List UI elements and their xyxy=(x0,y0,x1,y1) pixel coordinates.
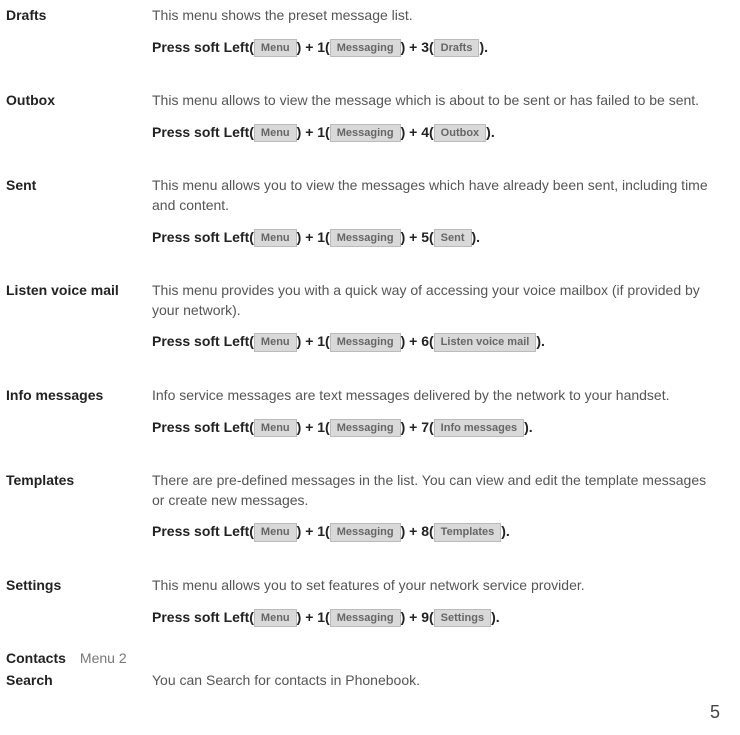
entry-sent: Sent This menu allows you to view the me… xyxy=(6,176,720,259)
entry-templates: Templates There are pre-defined messages… xyxy=(6,471,720,554)
keycap-menu: Menu xyxy=(254,333,297,351)
desc: This menu shows the preset message list. xyxy=(152,6,720,26)
keycap-drafts: Drafts xyxy=(434,39,480,57)
keycap-templates: Templates xyxy=(434,523,502,541)
keycap-info-messages: Info messages xyxy=(434,419,524,437)
keycap-outbox: Outbox xyxy=(434,124,487,142)
keycap-sent: Sent xyxy=(434,229,472,247)
desc: This menu allows you to set features of … xyxy=(152,576,720,596)
term-sent: Sent xyxy=(6,176,152,259)
entry-listen-voice-mail: Listen voice mail This menu provides you… xyxy=(6,281,720,364)
entry-outbox: Outbox This menu allows to view the mess… xyxy=(6,91,720,154)
keycap-messaging: Messaging xyxy=(330,523,401,541)
keycap-messaging: Messaging xyxy=(330,333,401,351)
term-templates: Templates xyxy=(6,471,152,554)
keycap-menu: Menu xyxy=(254,609,297,627)
desc: You can Search for contacts in Phonebook… xyxy=(152,671,720,691)
keysequence: Press soft Left(Menu) + 1(Messaging) + 5… xyxy=(152,228,720,248)
entry-settings: Settings This menu allows you to set fea… xyxy=(6,576,720,639)
term-info-messages: Info messages xyxy=(6,386,152,449)
def-templates: There are pre-defined messages in the li… xyxy=(152,471,720,554)
desc: This menu allows you to view the message… xyxy=(152,176,720,215)
entry-search: Search You can Search for contacts in Ph… xyxy=(6,671,720,691)
keycap-listen-voice-mail: Listen voice mail xyxy=(434,333,537,351)
keycap-menu: Menu xyxy=(254,39,297,57)
entry-info-messages: Info messages Info service messages are … xyxy=(6,386,720,449)
keysequence: Press soft Left(Menu) + 1(Messaging) + 7… xyxy=(152,418,720,438)
def-info-messages: Info service messages are text messages … xyxy=(152,386,720,449)
keycap-messaging: Messaging xyxy=(330,229,401,247)
def-drafts: This menu shows the preset message list.… xyxy=(152,6,720,69)
term-outbox: Outbox xyxy=(6,91,152,154)
keycap-messaging: Messaging xyxy=(330,419,401,437)
keysequence: Press soft Left(Menu) + 1(Messaging) + 4… xyxy=(152,123,720,143)
term-drafts: Drafts xyxy=(6,6,152,69)
keycap-menu: Menu xyxy=(254,523,297,541)
term-listen-voice-mail: Listen voice mail xyxy=(6,281,152,364)
keycap-menu: Menu xyxy=(254,124,297,142)
section-title: Contacts xyxy=(6,649,66,669)
def-search: You can Search for contacts in Phonebook… xyxy=(152,671,720,691)
def-sent: This menu allows you to view the message… xyxy=(152,176,720,259)
keycap-messaging: Messaging xyxy=(330,39,401,57)
keycap-messaging: Messaging xyxy=(330,124,401,142)
desc: This menu allows to view the message whi… xyxy=(152,91,720,111)
desc: There are pre-defined messages in the li… xyxy=(152,471,720,510)
term-settings: Settings xyxy=(6,576,152,639)
entry-drafts: Drafts This menu shows the preset messag… xyxy=(6,6,720,69)
keycap-menu: Menu xyxy=(254,419,297,437)
section-contacts: Contacts Menu 2 xyxy=(6,649,720,669)
def-settings: This menu allows you to set features of … xyxy=(152,576,720,639)
desc: This menu provides you with a quick way … xyxy=(152,281,720,320)
page-number: 5 xyxy=(6,700,720,725)
keycap-messaging: Messaging xyxy=(330,609,401,627)
keysequence: Press soft Left(Menu) + 1(Messaging) + 3… xyxy=(152,38,720,58)
def-outbox: This menu allows to view the message whi… xyxy=(152,91,720,154)
term-search: Search xyxy=(6,671,152,691)
section-subtitle: Menu 2 xyxy=(80,649,127,669)
keycap-menu: Menu xyxy=(254,229,297,247)
keysequence: Press soft Left(Menu) + 1(Messaging) + 8… xyxy=(152,522,720,542)
desc: Info service messages are text messages … xyxy=(152,386,720,406)
def-listen-voice-mail: This menu provides you with a quick way … xyxy=(152,281,720,364)
keysequence: Press soft Left(Menu) + 1(Messaging) + 9… xyxy=(152,608,720,628)
keycap-settings: Settings xyxy=(434,609,491,627)
keysequence: Press soft Left(Menu) + 1(Messaging) + 6… xyxy=(152,332,720,352)
